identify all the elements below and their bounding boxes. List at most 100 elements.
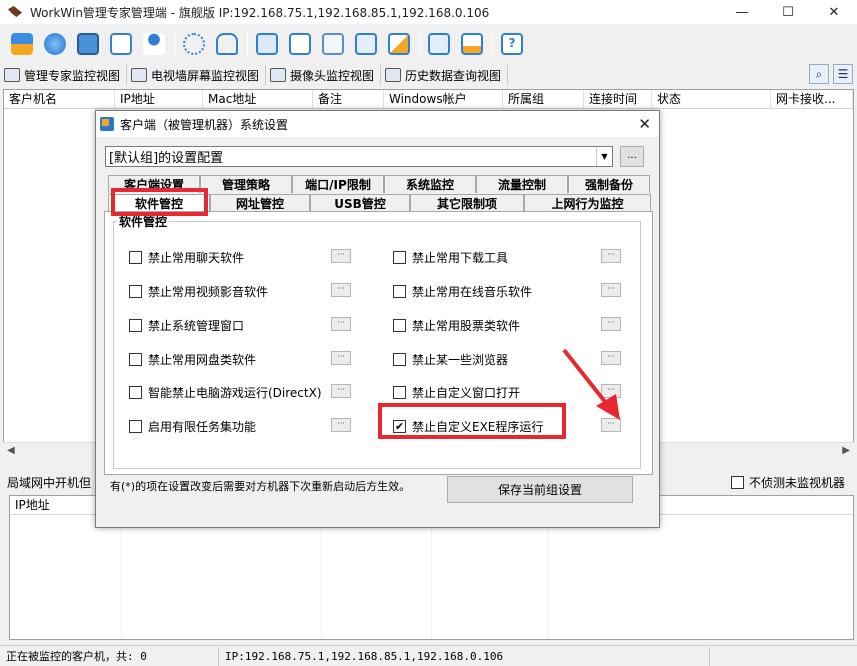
tab-traffic-control[interactable]: 流量控制 xyxy=(476,175,568,193)
no-detect-checkbox[interactable] xyxy=(730,476,744,489)
tab-label: 历史数据查询视图 xyxy=(405,68,502,83)
title-bar: WorkWin管理专家管理端 - 旗舰版 IP:192.168.75.1,192… xyxy=(0,0,857,24)
column-header[interactable]: 所属组 xyxy=(503,90,584,109)
option-settings-button[interactable]: ··· xyxy=(331,351,351,365)
ip-status: IP:192.168.75.1,192.168.85.1,192.168.0.1… xyxy=(219,646,710,666)
option-block-sysmgmt[interactable]: 禁止系统管理窗口 xyxy=(129,317,244,334)
option-label: 禁止某一些浏览器 xyxy=(412,353,509,367)
hierarchy-icon xyxy=(183,33,205,55)
no-detect-option[interactable]: 不侦测未监视机器 xyxy=(730,474,845,491)
option-settings-button[interactable]: ··· xyxy=(601,317,621,331)
tab-port-ip-limit[interactable]: 端口/IP限制 xyxy=(292,175,384,193)
save-group-settings-button[interactable]: 保存当前组设置 xyxy=(447,476,633,503)
print-alert-button[interactable] xyxy=(458,30,486,58)
restart-footnote: 有(*)的项在设置改变后需要对方机器下次重新启动后方生效。 xyxy=(110,480,411,493)
screen-capture-button[interactable] xyxy=(253,30,281,58)
list-view-icon[interactable]: ☰ xyxy=(833,64,853,84)
broadcast-button[interactable] xyxy=(286,30,314,58)
option-settings-button[interactable]: ··· xyxy=(331,384,351,398)
checkbox[interactable] xyxy=(129,285,142,298)
column-header[interactable]: 网卡接收... xyxy=(771,90,853,109)
option-block-video[interactable]: 禁止常用视频影音软件 xyxy=(129,283,268,300)
close-button[interactable]: ✕ xyxy=(811,0,857,24)
tab-usb-control[interactable]: USB管控 xyxy=(310,194,410,212)
tab-internet-behavior[interactable]: 上网行为监控 xyxy=(524,194,651,212)
checkbox[interactable] xyxy=(393,285,406,298)
tab-expert-view[interactable]: 管理专家监控视图 xyxy=(0,65,128,85)
checkbox[interactable] xyxy=(129,319,142,332)
column-header[interactable]: 连接时间 xyxy=(584,90,652,109)
maximize-button[interactable]: ☐ xyxy=(765,0,811,24)
search-icon[interactable]: ⌕ xyxy=(809,64,829,84)
tab-camera-view[interactable]: 摄像头监控视图 xyxy=(266,65,382,85)
checkbox[interactable] xyxy=(393,353,406,366)
checkbox[interactable] xyxy=(129,420,142,433)
group-config-select[interactable]: [默认组]的设置配置 ▼ xyxy=(105,146,613,167)
lock-button[interactable] xyxy=(213,30,241,58)
tab-tv-wall-view[interactable]: 电视墙屏幕监控视图 xyxy=(127,65,267,85)
column-divider xyxy=(321,515,322,639)
option-settings-button[interactable]: ··· xyxy=(331,249,351,263)
column-header[interactable]: 客户机名 xyxy=(4,90,115,109)
toolbar-separator xyxy=(174,31,175,57)
search-document-button[interactable] xyxy=(319,30,347,58)
option-block-browsers[interactable]: 禁止某一些浏览器 xyxy=(393,351,508,368)
status-empty xyxy=(710,647,857,666)
option-block-download[interactable]: 禁止常用下载工具 xyxy=(393,249,508,266)
scroll-right-icon[interactable]: ▶ xyxy=(842,445,850,456)
monitor-screens-button[interactable] xyxy=(8,30,36,58)
option-settings-button[interactable]: ··· xyxy=(601,249,621,263)
column-header[interactable]: 备注 xyxy=(313,90,384,109)
dialog-close-button[interactable]: ✕ xyxy=(638,115,651,133)
windows-icon xyxy=(355,33,377,55)
checkbox[interactable] xyxy=(393,251,406,264)
column-header[interactable]: 状态 xyxy=(652,90,771,109)
minimize-button[interactable]: — xyxy=(719,0,765,24)
option-block-stocks[interactable]: 禁止常用股票类软件 xyxy=(393,317,520,334)
column-header[interactable]: Windows帐户 xyxy=(384,90,503,109)
red-arrow-icon xyxy=(562,348,620,420)
windows-button[interactable] xyxy=(352,30,380,58)
column-header[interactable]: Mac地址 xyxy=(203,90,313,109)
ip-config-button[interactable] xyxy=(425,30,453,58)
user-group-button[interactable] xyxy=(140,30,168,58)
tab-other-limits[interactable]: 其它限制项 xyxy=(410,194,524,212)
bell-alert-icon xyxy=(110,33,132,55)
checkbox[interactable] xyxy=(129,386,142,399)
option-block-music[interactable]: 禁止常用在线音乐软件 xyxy=(393,283,532,300)
option-settings-button[interactable]: ··· xyxy=(331,418,351,432)
tab-management-policy[interactable]: 管理策略 xyxy=(200,175,292,193)
chart-monitor-button[interactable] xyxy=(385,30,413,58)
help-button[interactable]: ? xyxy=(498,30,526,58)
toolbar-separator xyxy=(492,31,493,57)
tab-force-backup[interactable]: 强制备份 xyxy=(568,175,650,193)
column-header[interactable]: IP地址 xyxy=(115,90,203,109)
view-tabs: 管理专家监控视图 电视墙屏幕监控视图 摄像头监控视图 历史数据查询视图 ⌕ ☰ xyxy=(0,64,857,86)
network-globe-button[interactable] xyxy=(41,30,69,58)
option-settings-button[interactable]: ··· xyxy=(331,317,351,331)
group-config-more-button[interactable]: ... xyxy=(620,146,644,167)
option-settings-button[interactable]: ··· xyxy=(331,283,351,297)
checkbox[interactable] xyxy=(393,386,406,399)
screen-capture-icon xyxy=(256,33,278,55)
option-settings-button[interactable]: ··· xyxy=(601,283,621,297)
scroll-left-icon[interactable]: ◀ xyxy=(7,445,15,456)
option-block-chat[interactable]: 禁止常用聊天软件 xyxy=(129,249,244,266)
tab-url-control[interactable]: 网址管控 xyxy=(210,194,310,212)
option-block-games[interactable]: 智能禁止电脑游戏运行(DirectX) xyxy=(129,384,322,401)
checkbox[interactable] xyxy=(129,353,142,366)
option-block-netdisk[interactable]: 禁止常用网盘类软件 xyxy=(129,351,256,368)
tv-wall-icon xyxy=(131,68,148,82)
tab-history-view[interactable]: 历史数据查询视图 xyxy=(381,65,509,85)
checkbox[interactable] xyxy=(129,251,142,264)
computer-settings-button[interactable] xyxy=(74,30,102,58)
checkbox[interactable] xyxy=(393,319,406,332)
history-icon xyxy=(385,68,402,82)
broadcast-icon xyxy=(289,33,311,55)
option-block-custom-window[interactable]: 禁止自定义窗口打开 xyxy=(393,384,520,401)
hierarchy-button[interactable] xyxy=(180,30,208,58)
chevron-down-icon[interactable]: ▼ xyxy=(596,147,612,166)
bell-alert-button[interactable] xyxy=(107,30,135,58)
tab-system-monitor[interactable]: 系统监控 xyxy=(384,175,476,193)
option-limited-tasks[interactable]: 启用有限任务集功能 xyxy=(129,418,256,435)
